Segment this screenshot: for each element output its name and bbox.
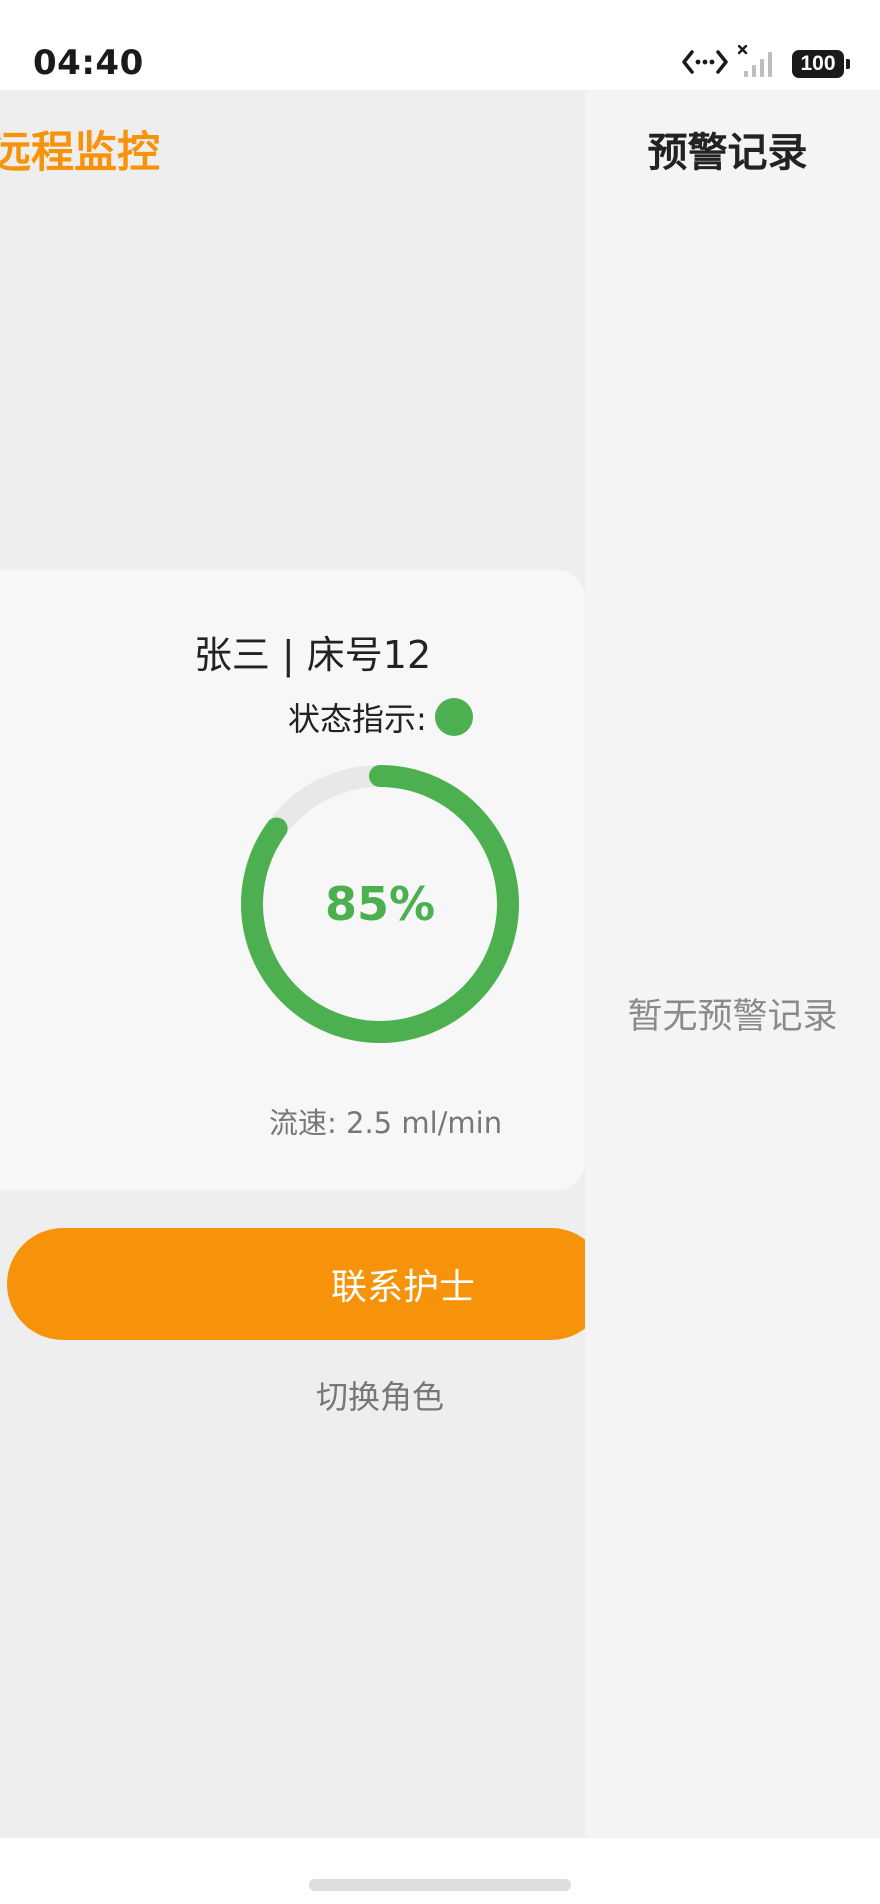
signal-icon xyxy=(737,44,782,83)
bottom-gesture-area xyxy=(0,1838,880,1904)
switch-role-link[interactable]: 切换角色 xyxy=(316,1372,444,1418)
status-indicator-dot xyxy=(434,698,473,736)
monitor-card: 张三 | 床号12 状态指示: 85% 流速: 2.5 ml/min xyxy=(0,570,585,1190)
contact-nurse-button[interactable]: 联系护士 xyxy=(7,1228,585,1340)
patient-name-text: 张三 | 床号12 xyxy=(193,633,432,677)
status-bar: 04:40 100 xyxy=(0,0,880,90)
status-icons: 100 xyxy=(682,44,850,84)
contact-nurse-label: 联系护士 xyxy=(330,1267,475,1308)
app-screen: 04:40 100 远程监控 张三 | 床号12 状态指示: 85% 流速: 2… xyxy=(0,0,880,1904)
patient-info: 张三 | 床号12 xyxy=(0,624,585,679)
home-indicator[interactable] xyxy=(309,1879,571,1891)
status-row: 状态指示: xyxy=(288,694,473,740)
main-panel: 远程监控 张三 | 床号12 状态指示: 85% 流速: 2.5 ml/min … xyxy=(0,90,585,1838)
data-transfer-icon xyxy=(682,47,728,81)
status-time: 04:40 xyxy=(33,43,144,83)
status-label: 状态指示: xyxy=(288,700,427,738)
drawer-title: 预警记录 xyxy=(647,130,808,176)
progress-ring: 85% xyxy=(238,762,522,1046)
alert-records-drawer: 预警记录 暂无预警记录 xyxy=(585,90,880,1838)
empty-state-text: 暂无预警记录 xyxy=(627,997,838,1037)
progress-percent: 85% xyxy=(324,877,436,931)
battery-icon: 100 xyxy=(792,50,850,78)
flow-rate: 流速: 2.5 ml/min xyxy=(269,1106,503,1140)
page-title: 远程监控 xyxy=(0,128,160,178)
